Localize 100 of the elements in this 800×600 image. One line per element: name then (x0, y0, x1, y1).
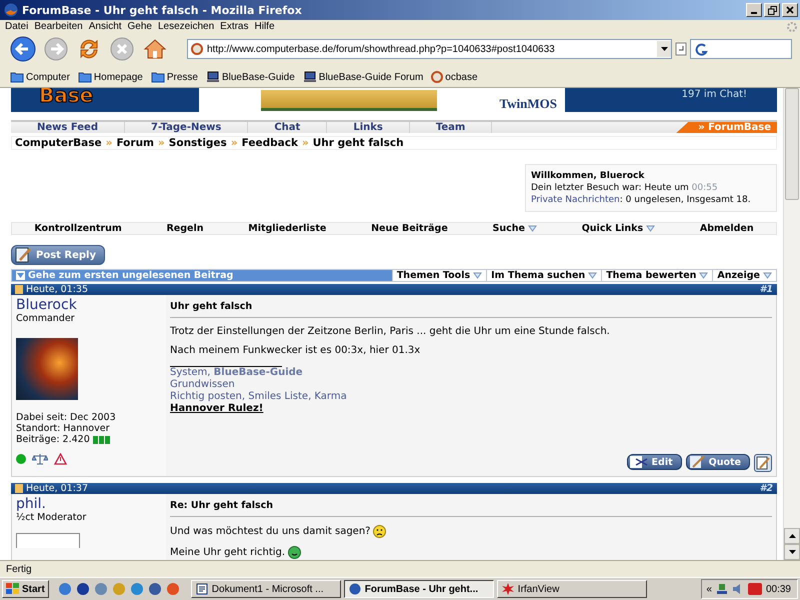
username-link[interactable]: phil. (16, 497, 162, 512)
user-detail: Standort: Hannover (16, 423, 110, 434)
start-button[interactable]: Start (2, 580, 49, 598)
menu-item[interactable]: Lesezeichen (155, 21, 218, 32)
photo-placeholder (16, 338, 78, 400)
scissors-icon (630, 455, 648, 469)
breadcrumb-link[interactable]: Forum (116, 137, 154, 149)
breadcrumb-link[interactable]: Uhr geht falsch (312, 137, 404, 149)
quick-launch-icon[interactable] (76, 582, 90, 596)
edit-button[interactable]: Edit (626, 454, 682, 470)
down-arrow-icon (16, 271, 25, 280)
scales-icon[interactable] (32, 453, 48, 465)
signature-separator: , (308, 391, 312, 402)
restore-icon (768, 6, 776, 14)
user-rank: Commander (16, 313, 76, 324)
ad-banner[interactable]: TwinMOS (199, 88, 565, 112)
close-button[interactable] (782, 3, 798, 17)
signature-link[interactable]: Richtig posten (170, 391, 242, 402)
signature-link[interactable]: BlueBase-Guide (214, 367, 303, 378)
site-tab[interactable]: Team (410, 122, 492, 133)
private-messages-link[interactable]: Private Nachrichten (531, 195, 620, 205)
scroll-down-button[interactable] (784, 544, 800, 560)
bookmark-item[interactable]: Presse (150, 71, 198, 83)
post-number-link[interactable]: #2 (760, 483, 773, 494)
warning-icon[interactable] (54, 453, 67, 465)
breadcrumb-link[interactable]: Feedback (242, 137, 298, 149)
welcome-title: Willkommen, Bluerock (531, 170, 644, 182)
menu-item[interactable]: Bearbeiten (31, 21, 86, 32)
nav-link[interactable]: Mitgliederliste (248, 223, 326, 234)
taskbar-button[interactable]: Dokument1 - Microsoft ... (190, 580, 341, 598)
breadcrumb-link[interactable]: ComputerBase (15, 137, 102, 149)
menu-item[interactable]: Gehe (124, 21, 155, 32)
tray-expand-button[interactable]: « (706, 584, 712, 594)
nav-link[interactable]: Abmelden (700, 223, 754, 234)
site-tab[interactable]: Chat (248, 122, 328, 133)
quick-reply-button[interactable] (754, 454, 772, 472)
windows-flag-icon (6, 583, 20, 595)
post-title: Uhr geht falsch (170, 299, 772, 318)
nav-link[interactable]: Regeln (166, 223, 204, 234)
scrollbar-thumb[interactable] (785, 88, 799, 200)
signature-link[interactable]: System (170, 367, 208, 378)
minimize-button[interactable] (746, 3, 762, 17)
breadcrumb-link[interactable]: Sonstiges (168, 137, 227, 149)
down-arrow-icon (788, 550, 796, 554)
site-icon (191, 43, 203, 55)
chat-count[interactable]: 197 im Chat! (565, 88, 777, 100)
post-date: Heute, 01:37 (15, 483, 88, 494)
sad-smiley-icon (373, 525, 386, 538)
bookmark-item[interactable]: BlueBase-Guide Forum (302, 71, 424, 83)
search-field[interactable] (690, 39, 792, 59)
page-icon (675, 42, 687, 56)
username-link[interactable]: Bluerock (16, 298, 162, 313)
star-splash-icon (502, 583, 514, 595)
bookmark-item[interactable]: Homepage (78, 71, 143, 83)
ad-text: TwinMOS (499, 96, 557, 112)
post-reply-button[interactable]: Post Reply (11, 245, 105, 265)
bookmark-item[interactable]: BlueBase-Guide (206, 71, 295, 83)
quote-button[interactable]: Quote (686, 454, 750, 470)
window-title: ForumBase - Uhr geht falsch - Mozilla Firefox (22, 4, 303, 16)
site-tab[interactable]: Links (327, 122, 410, 133)
taskbar-button[interactable]: IrfanView (496, 580, 647, 598)
site-tab[interactable]: 7-Tage-News (124, 122, 248, 133)
signature-link[interactable]: Smiles Liste (248, 391, 308, 402)
signature-motto: Hannover Rulez! (170, 403, 264, 414)
breadcrumb-separator: » (302, 137, 309, 149)
signature-link[interactable]: Grundwissen (170, 379, 235, 390)
menu-item[interactable]: Extras (217, 21, 252, 32)
post-title: Re: Uhr geht falsch (170, 498, 772, 517)
site-tab[interactable]: News Feed (11, 122, 125, 133)
menu-item[interactable]: Hilfe (252, 21, 278, 32)
restore-button[interactable] (764, 3, 780, 17)
bookmark-item[interactable]: Computer (10, 71, 70, 83)
quick-launch-icon[interactable] (148, 582, 162, 596)
bookmark-item[interactable]: ocbase (431, 71, 478, 83)
folder-icon (10, 71, 24, 83)
dropdown-button[interactable] (657, 41, 671, 57)
vertical-scrollbar[interactable] (783, 88, 800, 560)
back-button[interactable] (8, 34, 38, 64)
nav-link[interactable]: Suche (492, 223, 537, 234)
taskbar-button[interactable]: ForumBase - Uhr geht... (344, 580, 494, 598)
nav-link[interactable]: Neue Beiträge (371, 223, 448, 234)
signature-link[interactable]: Karma (314, 391, 347, 402)
post-date: Heute, 01:35 (15, 284, 88, 295)
post-number-link[interactable]: #1 (760, 284, 773, 295)
nav-link[interactable]: Quick Links (582, 223, 656, 234)
post-text: Und was möchtest du uns damit sagen? (170, 525, 772, 538)
address-field[interactable]: http://www.computerbase.de/forum/showthread.php?p=1040633#post1040633 (187, 39, 672, 59)
scroll-up-button[interactable] (784, 528, 800, 544)
menu-item[interactable]: Ansicht (86, 21, 125, 32)
up-arrow-icon (788, 534, 796, 538)
quick-launch-icon[interactable] (58, 582, 72, 596)
menu-item[interactable]: Datei (2, 21, 32, 32)
signature-separator: , (207, 367, 212, 378)
post-text: Trotz der Einstellungen der Zeitzone Berlin, Paris ... geht die Uhr um eine Stunde falsch. (170, 326, 611, 337)
folder-icon (150, 71, 165, 83)
notepad-pencil-icon (14, 246, 32, 264)
site-icon (431, 71, 444, 83)
caret-icon (660, 47, 668, 51)
status-text: Fertig (6, 564, 32, 574)
nav-link[interactable]: Kontrollzentrum (34, 223, 122, 234)
